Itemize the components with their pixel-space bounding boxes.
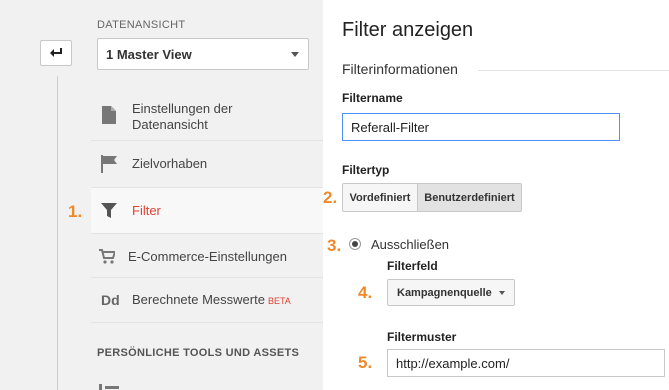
- filter-field-label: Filterfeld: [387, 259, 438, 273]
- filter-pattern-input[interactable]: [387, 349, 665, 377]
- sidebar-item-label: Zielvorhaben: [132, 156, 208, 171]
- calculated-metrics-icon: Dd: [101, 292, 120, 308]
- filter-pattern-label: Filtermuster: [387, 330, 457, 344]
- radio-selected-dot: [352, 241, 358, 247]
- filter-name-label: Filtername: [342, 91, 403, 105]
- section-divider: [478, 70, 669, 71]
- shopping-cart-icon: [99, 249, 115, 264]
- beta-badge: BETA: [267, 296, 291, 306]
- settings-sidebar: DATENANSICHT 1 Master View Einstellungen…: [0, 0, 323, 390]
- back-arrow-icon: [50, 48, 62, 57]
- sidebar-item-calculated-metrics[interactable]: Dd Berechnete Messwerte BETA: [91, 278, 323, 323]
- step-marker-3: 3.: [327, 236, 342, 255]
- exclude-radio-label[interactable]: Ausschließen: [371, 237, 449, 252]
- label-text: Berechnete Messwerte: [132, 292, 265, 307]
- filter-field-value: Kampagnenquelle: [397, 286, 492, 299]
- page-title: Filter anzeigen: [342, 19, 474, 41]
- step-marker-1: 1.: [68, 202, 83, 221]
- sidebar-item-label: Filter: [132, 203, 161, 218]
- dropdown-caret-icon: [499, 291, 505, 295]
- filter-type-custom-button[interactable]: Benutzerdefiniert: [417, 183, 522, 212]
- document-icon: [102, 106, 116, 124]
- filter-name-input[interactable]: [342, 113, 620, 141]
- label-line-2: Datenansicht: [132, 117, 208, 132]
- label-line-1: Einstellungen der: [132, 101, 233, 116]
- view-section-label: DATENANSICHT: [97, 19, 186, 31]
- back-button[interactable]: [40, 40, 72, 66]
- view-selector-value: 1 Master View: [106, 46, 192, 62]
- step-marker-5: 5.: [358, 353, 373, 372]
- funnel-icon: [101, 203, 117, 218]
- step-marker-4: 4.: [358, 283, 373, 302]
- step-marker-2: 2.: [323, 188, 338, 207]
- sidebar-item-view-settings[interactable]: Einstellungen der Datenansicht: [91, 89, 323, 141]
- tools-section-label: PERSÖNLICHE TOOLS UND ASSETS: [97, 347, 300, 359]
- view-selector[interactable]: 1 Master View: [97, 38, 309, 70]
- filter-type-label: Filtertyp: [342, 163, 390, 177]
- sidebar-item-label: E-Commerce-Einstellungen: [128, 249, 287, 264]
- exclude-radio[interactable]: [349, 238, 361, 250]
- section-title: Filterinformationen: [342, 61, 458, 77]
- filter-type-predefined-button[interactable]: Vordefiniert: [342, 183, 418, 212]
- sidebar-divider-line: [57, 76, 58, 390]
- sidebar-item-label: Einstellungen der Datenansicht: [132, 101, 232, 133]
- sidebar-item-ecommerce[interactable]: E-Commerce-Einstellungen: [91, 234, 323, 278]
- filter-field-dropdown[interactable]: Kampagnenquelle: [387, 279, 515, 306]
- tools-item-icon: [99, 384, 119, 390]
- dropdown-caret-icon: [291, 52, 299, 57]
- sidebar-item-goals[interactable]: Zielvorhaben: [91, 141, 323, 188]
- flag-icon: [101, 155, 117, 173]
- sidebar-item-label: Berechnete Messwerte BETA: [132, 292, 291, 309]
- sidebar-item-filter[interactable]: Filter: [91, 188, 323, 234]
